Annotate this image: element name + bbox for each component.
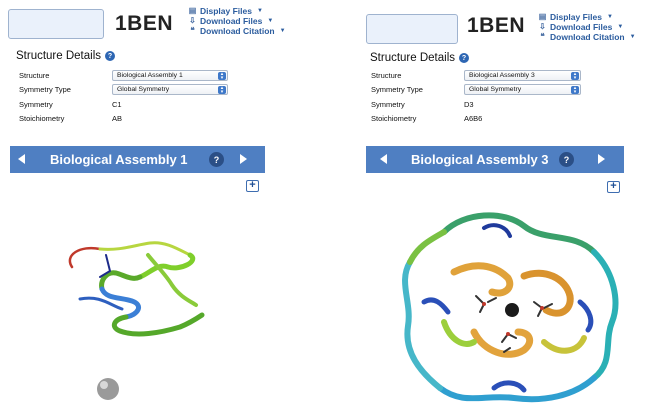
select-arrow-icon: ▴ ▾ <box>571 71 579 80</box>
select-arrow-icon: ▴ ▾ <box>571 86 579 95</box>
right-panel: 1BEN ▤ Display Files ▼ ⇩ Download Files … <box>366 0 649 414</box>
help-icon[interactable]: ? <box>209 152 224 167</box>
chevron-down-icon: ▼ <box>606 14 613 20</box>
display-files-icon: ▤ <box>188 6 197 15</box>
symmetry-type-select[interactable]: Global Symmetry ▴ ▾ <box>112 84 228 96</box>
symmetry-row: Symmetry C1 <box>19 99 122 109</box>
stoichiometry-row: Stoichiometry A6B6 <box>371 114 483 124</box>
help-icon[interactable]: ? <box>459 53 470 63</box>
prev-arrow-icon[interactable] <box>380 154 387 164</box>
file-menu: ▤ Display Files ▼ ⇩ Download Files ▼ ❝ D… <box>538 12 636 42</box>
assembly-nav-bar: Biological Assembly 1 ? <box>10 146 265 173</box>
structure-row: Structure Biological Assembly 3 ▴ ▾ <box>371 68 581 83</box>
next-arrow-icon[interactable] <box>240 154 247 164</box>
display-files-link[interactable]: ▤ Display Files ▼ <box>538 12 636 22</box>
display-files-link[interactable]: ▤ Display Files ▼ <box>188 6 286 16</box>
chevron-down-icon: ▼ <box>256 8 263 14</box>
assembly-title: Biological Assembly 3 <box>411 152 549 167</box>
symmetry-type-row: Symmetry Type Global Symmetry ▴ ▾ <box>19 83 228 98</box>
chevron-down-icon: ▼ <box>267 18 274 24</box>
symmetry-value: D3 <box>464 99 474 109</box>
next-arrow-icon[interactable] <box>598 154 605 164</box>
expand-button[interactable]: + <box>246 180 259 192</box>
structure-details-table: Structure Biological Assembly 1 ▴ ▾ Symme… <box>19 68 228 126</box>
left-panel: 1BEN ▤ Display Files ▼ ⇩ Download Files … <box>0 0 322 414</box>
select-arrow-icon: ▴ ▾ <box>218 71 226 80</box>
structure-row: Structure Biological Assembly 1 ▴ ▾ <box>19 68 228 83</box>
structure-details-table: Structure Biological Assembly 3 ▴ ▾ Symme… <box>371 68 581 126</box>
download-files-link[interactable]: ⇩ Download Files ▼ <box>188 16 286 26</box>
structure-details-heading: Structure Details ? <box>370 52 470 64</box>
structure-select[interactable]: Biological Assembly 1 ▴ ▾ <box>112 69 228 81</box>
search-input[interactable] <box>366 14 458 44</box>
help-icon[interactable]: ? <box>559 152 574 167</box>
chevron-down-icon: ▼ <box>629 34 636 40</box>
stoichiometry-value: A6B6 <box>464 114 483 124</box>
select-arrow-icon: ▴ ▾ <box>218 86 226 95</box>
assembly-title: Biological Assembly 1 <box>50 152 188 167</box>
display-files-icon: ▤ <box>538 12 547 21</box>
molecule-viewer[interactable] <box>40 215 240 414</box>
prev-arrow-icon[interactable] <box>18 154 25 164</box>
chevron-down-icon: ▼ <box>617 24 624 30</box>
download-citation-icon: ❝ <box>190 26 195 35</box>
download-citation-icon: ❝ <box>540 32 545 41</box>
symmetry-value: C1 <box>112 99 122 109</box>
molecule-viewer[interactable] <box>384 192 636 414</box>
help-icon[interactable]: ? <box>105 51 116 61</box>
pdb-id: 1BEN <box>115 12 174 35</box>
download-citation-link[interactable]: ❝ Download Citation ▼ <box>188 26 286 36</box>
structure-select[interactable]: Biological Assembly 3 ▴ ▾ <box>464 69 581 81</box>
pdb-id: 1BEN <box>467 14 526 37</box>
structure-details-heading: Structure Details ? <box>16 50 116 62</box>
symmetry-type-row: Symmetry Type Global Symmetry ▴ ▾ <box>371 83 581 98</box>
symmetry-row: Symmetry D3 <box>371 99 474 109</box>
search-input[interactable] <box>8 9 104 39</box>
download-citation-link[interactable]: ❝ Download Citation ▼ <box>538 32 636 42</box>
download-files-icon: ⇩ <box>189 16 196 25</box>
download-files-link[interactable]: ⇩ Download Files ▼ <box>538 22 636 32</box>
file-menu: ▤ Display Files ▼ ⇩ Download Files ▼ ❝ D… <box>188 6 286 36</box>
download-files-icon: ⇩ <box>539 22 546 31</box>
assembly-nav-bar: Biological Assembly 3 ? <box>366 146 624 173</box>
stoichiometry-row: Stoichiometry AB <box>19 114 123 124</box>
stoichiometry-value: AB <box>112 114 123 124</box>
chevron-down-icon: ▼ <box>279 28 286 34</box>
symmetry-type-select[interactable]: Global Symmetry ▴ ▾ <box>464 84 581 96</box>
